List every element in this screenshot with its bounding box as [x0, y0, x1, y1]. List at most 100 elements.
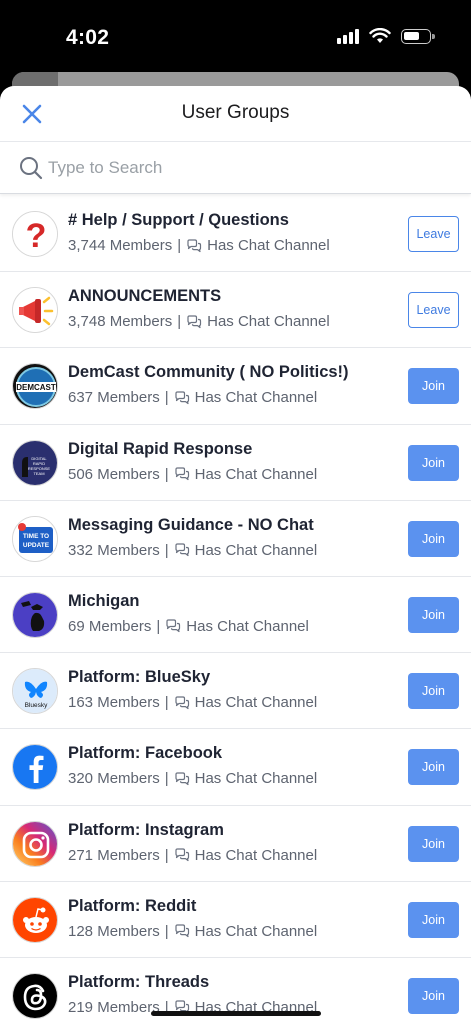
group-row[interactable]: DIGITAL RAPID RESPONSE TEAM Digital Rapid R…: [0, 425, 471, 501]
threads-logo-avatar: [12, 972, 58, 1019]
meta-separator: |: [164, 846, 169, 864]
chat-bubble-icon: [175, 543, 189, 557]
group-name: DemCast Community ( NO Politics!): [68, 363, 349, 382]
leave-button[interactable]: Leave: [408, 216, 459, 252]
search-bar: [0, 142, 471, 194]
svg-text:TEAM: TEAM: [33, 471, 44, 476]
battery-icon: [401, 28, 435, 44]
chat-channel-label: Has Chat Channel: [194, 541, 318, 559]
group-row[interactable]: Platform: Instagram 271 Members | Has Ch…: [0, 806, 471, 882]
member-count: 219 Members: [68, 998, 160, 1016]
svg-text:UPDATE: UPDATE: [23, 542, 50, 549]
chat-bubble-icon: [175, 848, 189, 862]
chat-bubble-icon: [166, 619, 181, 633]
chat-bubble-icon: [187, 315, 202, 328]
group-row[interactable]: Bluesky Platform: BlueSky 163 Members | …: [0, 653, 471, 730]
chat-bubble-icon: [175, 391, 189, 404]
join-button[interactable]: Join: [408, 825, 459, 862]
join-button[interactable]: Join: [408, 444, 459, 481]
join-button[interactable]: Join: [408, 901, 459, 938]
search-icon: [20, 157, 43, 180]
leave-button[interactable]: Leave: [408, 292, 459, 329]
chat-channel-label: Has Chat Channel: [194, 922, 318, 940]
group-row[interactable]: ? # Help / Support / Questions 3,744 Mem…: [0, 196, 471, 273]
group-meta: 163 Members | Has Chat Channel: [68, 694, 317, 711]
group-meta: 637 Members | Has Chat Channel: [68, 389, 317, 406]
chat-channel-label: Has Chat Channel: [207, 237, 330, 254]
wifi-icon: [369, 28, 391, 43]
instagram-logo-avatar: [12, 820, 58, 867]
group-meta: 3,748 Members | Has Chat Channel: [68, 313, 330, 330]
status-time: 4:02: [66, 26, 110, 49]
join-button[interactable]: Join: [408, 368, 459, 405]
svg-text:Bluesky: Bluesky: [25, 702, 49, 709]
group-meta: 3,744 Members | Has Chat Channel: [68, 237, 330, 254]
group-name: Michigan: [68, 591, 140, 610]
megaphone-avatar: [12, 287, 58, 334]
chat-bubble-icon: [175, 467, 189, 481]
member-count: 69 Members: [68, 617, 152, 635]
group-meta: 69 Members | Has Chat Channel: [68, 618, 309, 635]
group-meta: 506 Members | Has Chat Channel: [68, 466, 317, 483]
group-row[interactable]: Michigan 69 Members | Has Chat Channel J…: [0, 577, 471, 654]
group-name: Digital Rapid Response: [68, 439, 253, 458]
meta-separator: |: [164, 465, 169, 483]
meta-separator: |: [156, 617, 161, 635]
group-row[interactable]: DEMCAST DemCast Community ( NO Politics!…: [0, 348, 471, 425]
member-count: 506 Members: [68, 465, 160, 483]
group-row[interactable]: Platform: Reddit 128 Members | Has Chat …: [0, 882, 471, 958]
group-row[interactable]: Platform: Facebook 320 Members | Has Cha…: [0, 729, 471, 806]
join-button[interactable]: Join: [408, 596, 459, 633]
reddit-logo-avatar: [12, 896, 58, 943]
chat-channel-label: Has Chat Channel: [194, 465, 318, 483]
svg-text:TIME TO: TIME TO: [23, 533, 49, 540]
member-count: 637 Members: [68, 389, 160, 407]
join-button[interactable]: Join: [408, 977, 459, 1014]
meta-separator: |: [164, 770, 169, 788]
member-count: 163 Members: [68, 694, 160, 712]
join-button[interactable]: Join: [408, 520, 459, 557]
group-row[interactable]: TIME TO UPDATE Messaging Guidance - NO Ch…: [0, 501, 471, 577]
group-name: Platform: Threads: [68, 972, 210, 991]
chat-channel-label: Has Chat Channel: [207, 313, 330, 331]
meta-separator: |: [164, 389, 169, 407]
page-title: User Groups: [181, 102, 290, 123]
chat-channel-label: Has Chat Channel: [186, 617, 309, 635]
chat-bubble-icon: [175, 772, 189, 785]
chat-bubble-icon: [187, 238, 202, 252]
join-button[interactable]: Join: [408, 749, 459, 786]
meta-separator: |: [177, 313, 182, 331]
home-indicator[interactable]: [151, 1011, 321, 1016]
michigan-map-avatar: [12, 591, 58, 638]
meta-separator: |: [164, 922, 169, 940]
group-row[interactable]: ANNOUNCEMENTS 3,748 Members | Has Chat C…: [0, 272, 471, 349]
group-name: Platform: Instagram: [68, 820, 224, 839]
group-meta: 332 Members | Has Chat Channel: [68, 542, 317, 559]
meta-separator: |: [164, 541, 169, 559]
chat-bubble-icon: [175, 696, 189, 709]
chat-channel-label: Has Chat Channel: [194, 694, 318, 712]
chat-channel-label: Has Chat Channel: [194, 770, 318, 788]
join-button[interactable]: Join: [408, 673, 459, 710]
group-list: ? # Help / Support / Questions 3,744 Mem…: [0, 196, 471, 1024]
member-count: 320 Members: [68, 770, 160, 788]
chat-bubble-icon: [175, 924, 189, 938]
group-meta: 271 Members | Has Chat Channel: [68, 847, 317, 864]
member-count: 3,748 Members: [68, 313, 173, 331]
signal-icon: [337, 28, 359, 44]
meta-separator: |: [177, 237, 182, 254]
digital-rapid-response-avatar: DIGITAL RAPID RESPONSE TEAM: [12, 439, 58, 486]
member-count: 332 Members: [68, 541, 160, 559]
svg-text:?: ?: [26, 217, 47, 255]
group-meta: 320 Members | Has Chat Channel: [68, 770, 317, 787]
member-count: 271 Members: [68, 846, 160, 864]
group-name: Platform: BlueSky: [68, 668, 211, 687]
group-name: Platform: Facebook: [68, 744, 223, 763]
search-input[interactable]: [48, 154, 448, 182]
group-meta: 128 Members | Has Chat Channel: [68, 923, 317, 940]
facebook-logo-avatar: [12, 744, 58, 791]
member-count: 128 Members: [68, 922, 160, 940]
user-groups-sheet: User Groups ? # Help / Support / Questio…: [0, 86, 471, 1024]
meta-separator: |: [164, 694, 169, 712]
svg-text:DEMCAST: DEMCAST: [16, 383, 56, 392]
